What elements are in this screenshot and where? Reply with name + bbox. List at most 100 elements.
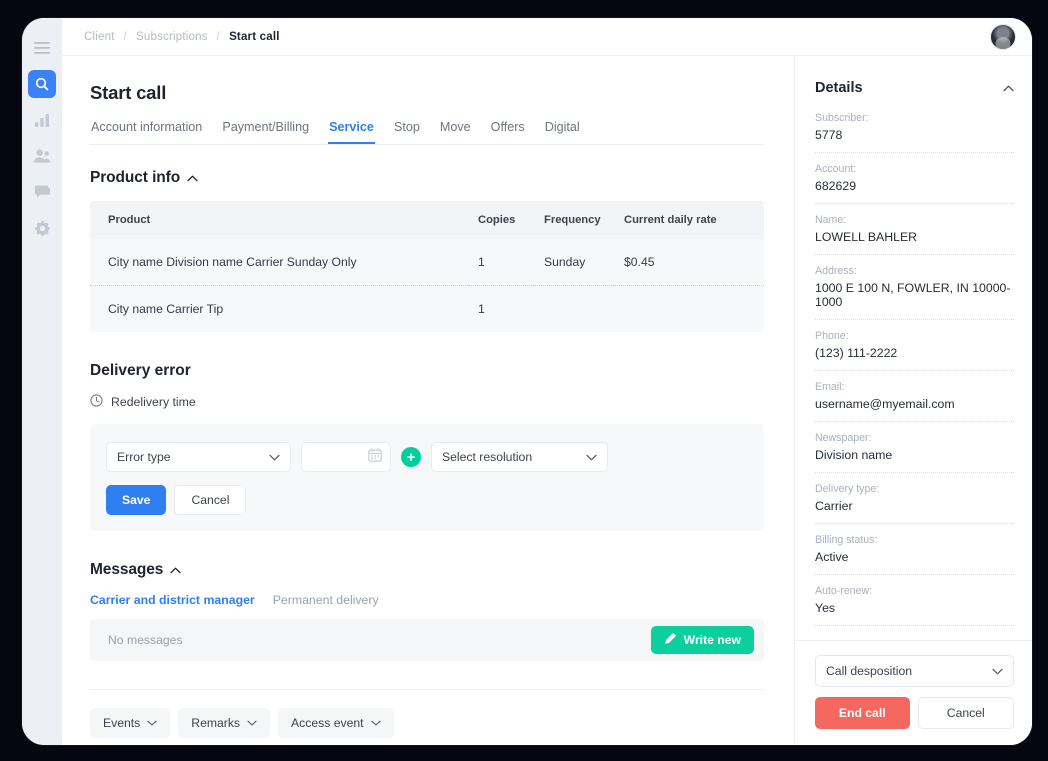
messages-section: Messages Carrier and district manager Pe… — [90, 561, 764, 661]
cell-rate — [614, 286, 764, 333]
resolution-value: Select resolution — [442, 450, 532, 464]
delivery-error-form-row: Error type — [106, 442, 748, 472]
tab-move[interactable]: Move — [439, 120, 472, 144]
hamburger-menu-icon[interactable] — [28, 34, 56, 62]
detail-label: Delivery type: — [815, 483, 1014, 495]
breadcrumb-item-client[interactable]: Client — [84, 31, 115, 43]
detail-field-newspaper: Newspaper: Division name — [815, 432, 1014, 473]
error-type-select[interactable]: Error type — [106, 442, 291, 472]
cell-copies: 1 — [468, 286, 534, 333]
footer-divider — [90, 689, 764, 690]
breadcrumb-separator: / — [217, 31, 220, 43]
tab-service[interactable]: Service — [328, 120, 375, 144]
detail-field-billing-status: Billing status: Active — [815, 534, 1014, 575]
events-button[interactable]: Events — [90, 708, 170, 738]
redelivery-time-row: Redelivery time — [90, 394, 764, 410]
app-window: Client / Subscriptions / Start call Star… — [22, 18, 1032, 745]
detail-value: Active — [815, 550, 1014, 564]
resolution-select[interactable]: Select resolution — [431, 442, 608, 472]
access-event-button[interactable]: Access event — [278, 708, 393, 738]
write-new-label: Write new — [684, 633, 741, 647]
avatar[interactable] — [990, 24, 1016, 50]
tab-stop[interactable]: Stop — [393, 120, 421, 144]
pencil-icon — [664, 632, 677, 648]
table-row: City name Carrier Tip 1 — [90, 286, 764, 333]
footer-action-buttons: Events Remarks Access event — [90, 708, 764, 738]
delivery-error-form: Error type — [90, 424, 764, 531]
details-panel: Details Subscriber: 5778 Account: 682629 — [794, 56, 1032, 745]
detail-label: Newspaper: — [815, 432, 1014, 444]
cell-frequency: Sunday — [534, 239, 614, 286]
detail-label: Auto-renew: — [815, 585, 1014, 597]
bar-chart-icon[interactable] — [28, 106, 56, 134]
center-column: Client / Subscriptions / Start call Star… — [62, 18, 1032, 745]
cell-product: City name Division name Carrier Sunday O… — [90, 239, 468, 286]
detail-value: 682629 — [815, 179, 1014, 193]
detail-label: Billing status: — [815, 534, 1014, 546]
details-title: Details — [815, 80, 863, 96]
people-icon[interactable] — [28, 142, 56, 170]
write-new-button[interactable]: Write new — [651, 626, 754, 654]
icon-rail — [22, 18, 62, 745]
column-copies: Copies — [468, 201, 534, 239]
column-current-daily-rate: Current daily rate — [614, 201, 764, 239]
breadcrumb-item-subscriptions[interactable]: Subscriptions — [136, 31, 208, 43]
table-header-row: Product Copies Frequency Current daily r… — [90, 201, 764, 239]
calendar-icon[interactable] — [368, 448, 382, 467]
tab-account-information[interactable]: Account information — [90, 120, 203, 144]
main-area: Start call Account information Payment/B… — [62, 56, 1032, 745]
messages-title: Messages — [90, 561, 163, 579]
chat-icon[interactable] — [28, 178, 56, 206]
detail-value: Division name — [815, 448, 1014, 462]
tab-payment-billing[interactable]: Payment/Billing — [221, 120, 310, 144]
top-bar: Client / Subscriptions / Start call — [62, 18, 1032, 56]
call-disposition-select[interactable]: Call desposition — [815, 655, 1014, 687]
product-info-title: Product info — [90, 169, 180, 187]
redelivery-time-label: Redelivery time — [111, 395, 196, 409]
chevron-up-icon[interactable] — [170, 567, 181, 574]
messages-header[interactable]: Messages — [90, 561, 764, 579]
call-cancel-button[interactable]: Cancel — [918, 697, 1015, 729]
redelivery-date-input[interactable] — [301, 442, 391, 472]
detail-label: Email: — [815, 381, 1014, 393]
remarks-button[interactable]: Remarks — [178, 708, 270, 738]
cancel-button[interactable]: Cancel — [174, 485, 246, 515]
detail-field-address: Address: 1000 E 100 N, FOWLER, IN 10000-… — [815, 265, 1014, 320]
chevron-down-icon — [247, 720, 257, 726]
delivery-error-title: Delivery error — [90, 362, 764, 380]
detail-value: LOWELL BAHLER — [815, 230, 1014, 244]
save-button[interactable]: Save — [106, 485, 166, 515]
detail-value: Yes — [815, 601, 1014, 615]
details-panel-body: Details Subscriber: 5778 Account: 682629 — [795, 56, 1032, 640]
detail-field-account: Account: 682629 — [815, 163, 1014, 204]
detail-field-subscriber: Subscriber: 5778 — [815, 112, 1014, 153]
detail-label: Account: — [815, 163, 1014, 175]
chevron-up-icon[interactable] — [1003, 85, 1014, 92]
delivery-error-buttons: Save Cancel — [106, 485, 748, 515]
subtab-permanent-delivery[interactable]: Permanent delivery — [273, 593, 379, 607]
messages-empty-card: No messages Write new — [90, 619, 764, 661]
search-icon[interactable] — [28, 70, 56, 98]
content-column: Start call Account information Payment/B… — [62, 56, 794, 745]
delivery-error-section: Delivery error Redelivery time — [90, 362, 764, 531]
chevron-down-icon — [147, 720, 157, 726]
tab-digital[interactable]: Digital — [544, 120, 581, 144]
detail-field-phone: Phone: (123) 111-2222 — [815, 330, 1014, 371]
detail-field-delivery-type: Delivery type: Carrier — [815, 483, 1014, 524]
access-event-label: Access event — [291, 716, 363, 730]
tab-offers[interactable]: Offers — [490, 120, 526, 144]
subtab-carrier-and-district-manager[interactable]: Carrier and district manager — [90, 593, 255, 607]
detail-field-auto-renew: Auto-renew: Yes — [815, 585, 1014, 626]
add-error-button[interactable]: + — [401, 447, 421, 467]
events-label: Events — [103, 716, 140, 730]
details-header[interactable]: Details — [815, 80, 1014, 96]
product-info-header[interactable]: Product info — [90, 169, 764, 187]
detail-label: Address: — [815, 265, 1014, 277]
remarks-label: Remarks — [191, 716, 240, 730]
error-type-value: Error type — [117, 450, 171, 464]
end-call-button[interactable]: End call — [815, 697, 910, 729]
chevron-up-icon[interactable] — [187, 175, 198, 182]
cell-product: City name Carrier Tip — [90, 286, 468, 333]
gear-icon[interactable] — [28, 214, 56, 242]
cell-frequency — [534, 286, 614, 333]
